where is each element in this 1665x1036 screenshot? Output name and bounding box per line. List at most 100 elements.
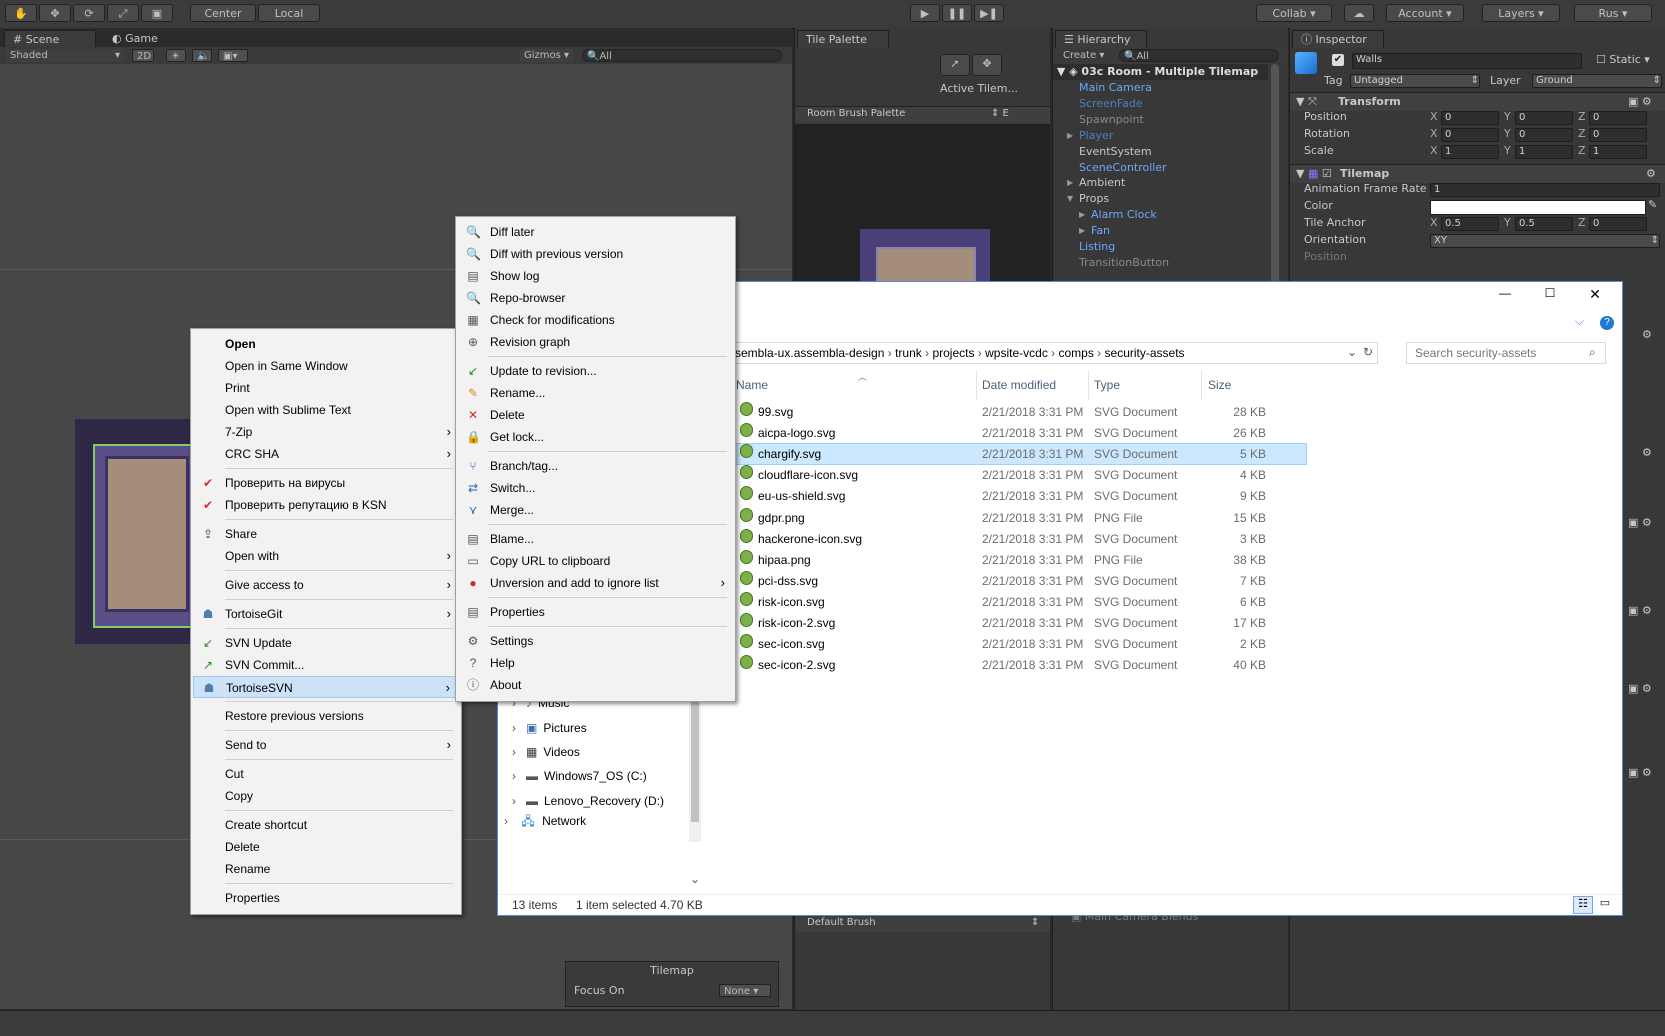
- maximize-button[interactable]: ☐: [1540, 286, 1560, 300]
- menu-item-copy-url-to-clipboard[interactable]: ▭ Copy URL to clipboard: [458, 550, 733, 572]
- component-settings-icon[interactable]: ▣ ⚙: [1628, 682, 1652, 695]
- hierarchy-item[interactable]: ▼ Props: [1053, 191, 1268, 207]
- transform-settings-icon[interactable]: ▣ ⚙: [1628, 95, 1652, 108]
- menu-item-update-to-revision[interactable]: ↙ Update to revision...: [458, 360, 733, 382]
- menu-item-about[interactable]: ⓘ About: [458, 674, 733, 696]
- menu-item-create-shortcut[interactable]: Create shortcut: [193, 814, 459, 836]
- menu-item-copy[interactable]: Copy: [193, 785, 459, 807]
- hierarchy-item[interactable]: SceneController: [1053, 160, 1268, 176]
- object-name-field[interactable]: Walls: [1352, 53, 1582, 69]
- menu-item-help[interactable]: ? Help: [458, 652, 733, 674]
- expand-arrow-icon[interactable]: ▶: [1079, 207, 1085, 223]
- component-settings-icon[interactable]: ▣ ⚙: [1628, 604, 1652, 617]
- breadcrumb-segment[interactable]: comps: [1059, 346, 1094, 360]
- collab-dropdown[interactable]: Collab ▾: [1256, 4, 1332, 22]
- move-brush-icon[interactable]: ✥: [972, 54, 1002, 76]
- breadcrumb-segment[interactable]: security-assets: [1105, 346, 1185, 360]
- menu-item-branch-tag[interactable]: ⑂ Branch/tag...: [458, 455, 733, 477]
- anim-rate-field[interactable]: 1: [1430, 183, 1660, 197]
- col-name[interactable]: Name: [736, 378, 768, 392]
- scale-tool-icon[interactable]: ⤢: [107, 4, 139, 22]
- hierarchy-item[interactable]: Spawnpoint: [1053, 112, 1268, 128]
- hierarchy-item[interactable]: ▶ Fan: [1053, 223, 1268, 239]
- tilemap-header[interactable]: ▼ ▦ ☑ Tilemap ⚙: [1290, 164, 1665, 183]
- breadcrumb-segment[interactable]: sembla-ux.assembla-design: [735, 346, 884, 360]
- breadcrumb-chevron-icon[interactable]: ›: [974, 346, 985, 360]
- rotation-y-field[interactable]: 0: [1515, 128, 1573, 142]
- menu-item-diff-later[interactable]: 🔍 Diff later: [458, 221, 733, 243]
- col-divider[interactable]: [976, 370, 977, 400]
- expand-arrow-icon[interactable]: ▶: [1079, 223, 1085, 239]
- hierarchy-item[interactable]: TransitionButton: [1053, 255, 1268, 271]
- menu-item-restore-previous-versions[interactable]: Restore previous versions: [193, 705, 459, 727]
- brush-dropdown[interactable]: Default Brush ⇕: [795, 916, 1050, 932]
- rotate-tool-icon[interactable]: ⟳: [73, 4, 105, 22]
- component-settings-icon[interactable]: ⚙: [1642, 328, 1652, 341]
- menu-item-settings[interactable]: ⚙ Settings: [458, 630, 733, 652]
- transform-header[interactable]: ▼ ⤧ Transform ▣ ⚙: [1290, 92, 1665, 111]
- expand-arrow-icon[interactable]: ▶: [1067, 128, 1073, 144]
- component-settings-icon[interactable]: ▣ ⚙: [1628, 766, 1652, 779]
- col-divider[interactable]: [1088, 370, 1089, 400]
- file-row[interactable]: risk-icon-2.svg 2/21/2018 3:31 PM SVG Docu…: [736, 613, 1306, 633]
- tab-scene[interactable]: # Scene: [4, 30, 96, 48]
- gizmos-dropdown[interactable]: Gizmos ▾: [520, 49, 574, 62]
- breadcrumb-chevron-icon[interactable]: ›: [922, 346, 933, 360]
- menu-item-revision-graph[interactable]: ⊕ Revision graph: [458, 331, 733, 353]
- position-x-field[interactable]: 0: [1441, 111, 1499, 125]
- minimize-button[interactable]: —: [1495, 286, 1515, 300]
- file-row[interactable]: hipaa.png 2/21/2018 3:31 PM PNG File 38 KB: [736, 549, 1306, 570]
- menu-item-tortoisesvn[interactable]: ☗ TortoiseSVN ›: [193, 676, 459, 698]
- account-dropdown[interactable]: Account ▾: [1386, 4, 1464, 22]
- menu-item-svn-update[interactable]: ↙ SVN Update: [193, 632, 459, 654]
- hierarchy-item[interactable]: ▶ Player: [1053, 128, 1268, 144]
- ribbon-expand-icon[interactable]: ⌵: [1575, 314, 1584, 329]
- pivot-space-button[interactable]: Local: [258, 4, 320, 22]
- palette-dropdown[interactable]: Room Brush Palette ⇕ E: [795, 106, 1050, 123]
- file-row[interactable]: chargify.svg 2/21/2018 3:31 PM SVG Documen…: [735, 443, 1307, 466]
- menu-item-properties[interactable]: Properties: [193, 887, 459, 909]
- menu-item-open-in-same-window[interactable]: Open in Same Window: [193, 355, 459, 377]
- rotation-z-field[interactable]: 0: [1589, 128, 1647, 142]
- lighting-icon[interactable]: ☀: [166, 49, 186, 62]
- menu-item-merge[interactable]: ⋎ Merge...: [458, 499, 733, 521]
- pause-button[interactable]: ❚❚: [942, 4, 972, 22]
- play-button[interactable]: ▶: [910, 4, 940, 22]
- breadcrumb-segment[interactable]: wpsite-vcdc: [985, 346, 1048, 360]
- col-divider[interactable]: [1201, 370, 1202, 400]
- pivot-center-button[interactable]: Center: [190, 4, 256, 22]
- expand-icon[interactable]: ›: [512, 745, 516, 759]
- details-view-icon[interactable]: ☷: [1573, 896, 1593, 914]
- palette-grid[interactable]: [795, 124, 1050, 291]
- menu-item-get-lock[interactable]: 🔒 Get lock...: [458, 426, 733, 448]
- hierarchy-item[interactable]: ▶ Alarm Clock: [1053, 207, 1268, 223]
- menu-item-crc-sha[interactable]: CRC SHA ›: [193, 443, 459, 465]
- breadcrumb-segment[interactable]: trunk: [895, 346, 922, 360]
- nav-scroll-thumb[interactable]: [691, 682, 699, 822]
- tab-tile-palette[interactable]: Tile Palette: [797, 30, 889, 48]
- position-z-field[interactable]: 0: [1589, 111, 1647, 125]
- menu-item-проверить-на-вирусы[interactable]: ✔ Проверить на вирусы: [193, 472, 459, 494]
- menu-item-check-for-modifications[interactable]: ▦ Check for modifications: [458, 309, 733, 331]
- menu-item-open-with-sublime-text[interactable]: Open with Sublime Text: [193, 399, 459, 421]
- create-dropdown[interactable]: Create ▾: [1059, 49, 1109, 62]
- menu-item-unversion-and-add-to-ignore-list[interactable]: ● Unversion and add to ignore list ›: [458, 572, 733, 594]
- eyedropper-icon[interactable]: ✎: [1648, 198, 1657, 211]
- col-type[interactable]: Type: [1094, 378, 1120, 392]
- file-row[interactable]: cloudflare-icon.svg 2/21/2018 3:31 PM SVG …: [736, 465, 1306, 485]
- menu-item-share[interactable]: ⇪ Share: [193, 523, 459, 545]
- static-toggle[interactable]: ☐ Static ▾: [1596, 53, 1650, 66]
- menu-item-diff-with-previous-version[interactable]: 🔍 Diff with previous version: [458, 243, 733, 265]
- menu-item-open-with[interactable]: Open with ›: [193, 545, 459, 567]
- scene-root-row[interactable]: ▼ ◈ 03c Room - Multiple Tilemap: [1053, 64, 1268, 80]
- hierarchy-item[interactable]: Main Camera: [1053, 80, 1268, 96]
- audio-icon[interactable]: 🔈: [192, 49, 212, 62]
- expand-icon[interactable]: ›: [504, 814, 508, 828]
- select-tool-icon[interactable]: ➚: [940, 54, 970, 76]
- layers-dropdown[interactable]: Layers ▾: [1482, 4, 1560, 22]
- tile-anchor-y-field[interactable]: 0.5: [1515, 217, 1573, 231]
- explorer-search-input[interactable]: Search security-assets ⌕: [1406, 342, 1606, 364]
- menu-item-delete[interactable]: Delete: [193, 836, 459, 858]
- file-row[interactable]: 99.svg 2/21/2018 3:31 PM SVG Document 28 KB: [736, 402, 1306, 422]
- expand-icon[interactable]: ›: [512, 769, 516, 783]
